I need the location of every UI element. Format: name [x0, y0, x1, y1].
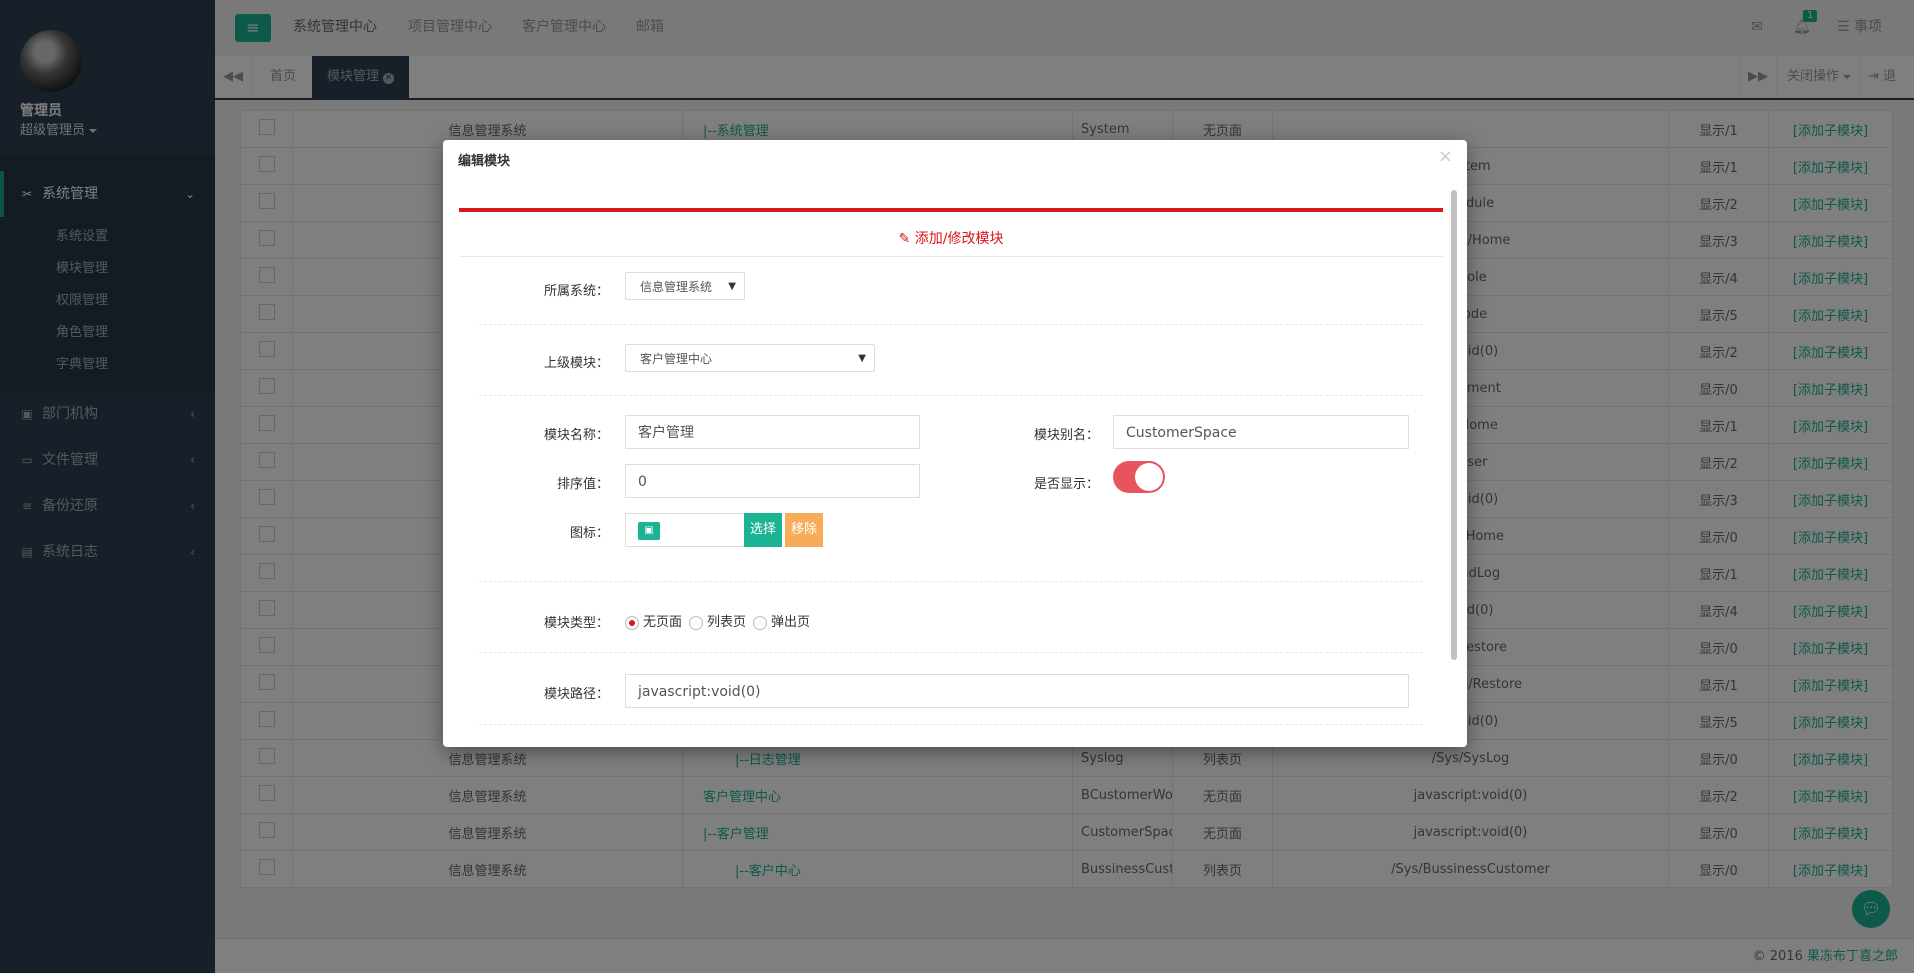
section-divider [459, 208, 1443, 212]
system-label: 所属系统： [543, 284, 609, 299]
briefcase-icon: ▣ [638, 522, 660, 540]
section-title: ✎ 添加/修改模块 [459, 228, 1443, 248]
radio-dot [689, 615, 703, 630]
radio-list-page[interactable]: 列表页 [689, 611, 746, 630]
radio-label: 列表页 [707, 615, 747, 630]
divider [479, 395, 1423, 396]
radio-popup-page[interactable]: 弹出页 [753, 611, 810, 630]
modal-scrollbar[interactable] [1451, 190, 1457, 660]
dropdown-arrow-icon: ▼ [728, 281, 736, 292]
module-path-input[interactable]: javascript:void(0) [625, 674, 1409, 708]
dropdown-arrow-icon: ▼ [858, 353, 866, 364]
show-label: 是否显示： [1033, 477, 1099, 492]
radio-label: 无页面 [643, 615, 683, 630]
modal-title: 编辑模块 [458, 154, 511, 169]
module-path-label: 模块路径： [543, 687, 609, 702]
remove-icon-button[interactable]: 移除 [785, 513, 824, 547]
divider [479, 724, 1423, 725]
divider [479, 581, 1423, 582]
sort-input[interactable]: 0 [625, 464, 920, 498]
icon-preview: ▣ [625, 513, 745, 547]
system-select-value: 信息管理系统 [640, 280, 713, 294]
divider [479, 324, 1423, 325]
system-select[interactable]: 信息管理系统 ▼ [625, 272, 745, 300]
show-toggle[interactable] [1113, 461, 1165, 493]
module-alias-input[interactable]: CustomerSpace [1113, 415, 1409, 449]
radio-dot [753, 615, 767, 630]
edit-module-modal: 编辑模块 × ✎ 添加/修改模块 所属系统： 信息管理系统 ▼ 上级模块： 客户管… [443, 140, 1467, 747]
edit-icon: ✎ [898, 231, 915, 247]
icon-label: 图标： [569, 526, 609, 541]
parent-select[interactable]: 客户管理中心 ▼ [625, 344, 875, 372]
parent-select-value: 客户管理中心 [640, 352, 713, 366]
radio-dot [625, 615, 639, 630]
module-name-input[interactable]: 客户管理 [625, 415, 920, 449]
module-alias-label: 模块别名： [1033, 428, 1099, 443]
module-type-label: 模块类型： [543, 616, 609, 631]
radio-label: 弹出页 [771, 615, 811, 630]
sort-label: 排序值： [556, 477, 609, 492]
toggle-knob [1135, 463, 1163, 491]
select-icon-button[interactable]: 选择 [744, 513, 783, 547]
modal-body: ✎ 添加/修改模块 所属系统： 信息管理系统 ▼ 上级模块： 客户管理中心 ▼ 模块… [459, 188, 1443, 736]
close-icon[interactable]: × [1438, 146, 1453, 167]
radio-no-page[interactable]: 无页面 [625, 611, 682, 630]
section-title-text: 添加/修改模块 [914, 231, 1004, 247]
module-name-label: 模块名称： [543, 428, 609, 443]
divider [479, 652, 1423, 653]
divider [459, 256, 1443, 257]
parent-label: 上级模块： [543, 356, 609, 371]
